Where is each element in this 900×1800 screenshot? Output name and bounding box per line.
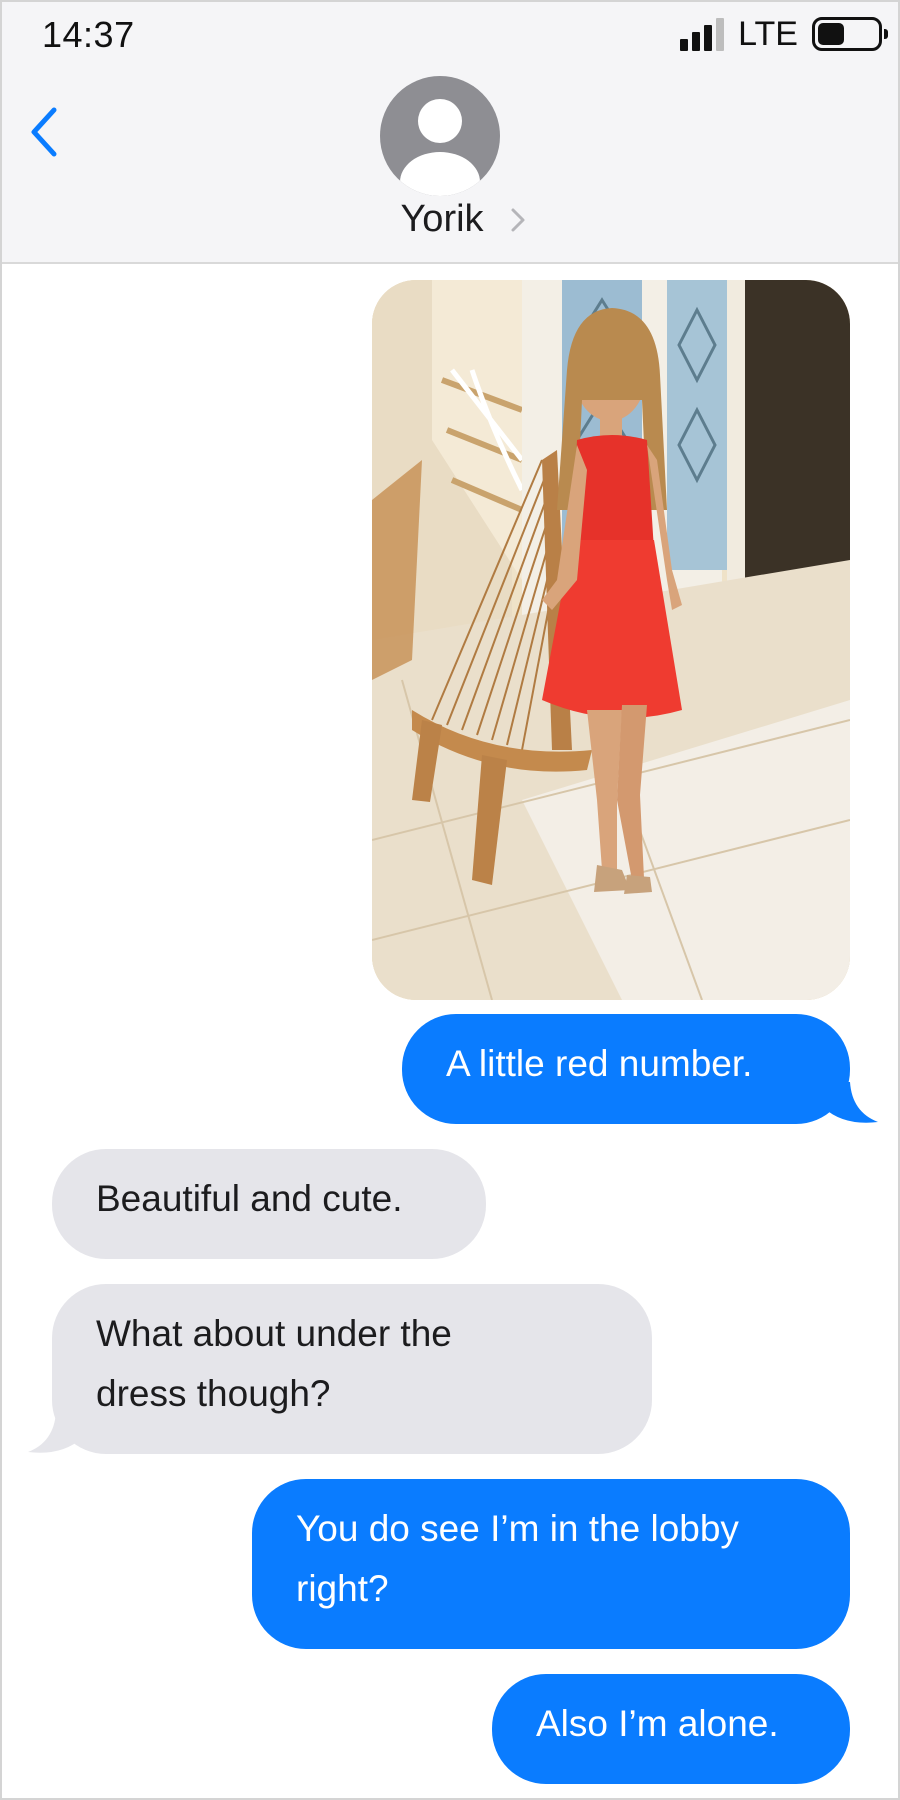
message-text-line: What about under the — [96, 1313, 452, 1354]
message-bubble-incoming[interactable]: What about under the dress though? — [52, 1284, 652, 1454]
status-time: 14:37 — [42, 14, 135, 55]
signal-bar — [680, 39, 689, 51]
conversation-header: 14:37 LTE Yorik — [2, 2, 898, 264]
battery-icon — [812, 17, 888, 51]
chevron-right-icon — [511, 208, 525, 231]
photo-message[interactable] — [372, 280, 850, 1000]
contact-name-button[interactable]: Yorik — [2, 198, 898, 241]
contact-avatar-icon[interactable] — [380, 76, 500, 196]
contact-name: Yorik — [400, 198, 484, 240]
message-bubble-outgoing[interactable]: A little red number. — [402, 1014, 850, 1124]
bubble-tail — [28, 1412, 82, 1453]
message-text: Also I’m alone. — [536, 1703, 779, 1744]
message-text-line: You do see I’m in the lobby — [296, 1508, 739, 1549]
signal-bar — [716, 18, 725, 51]
signal-icon — [680, 17, 725, 51]
message-text-line: right? — [296, 1568, 389, 1609]
bubble-tail — [824, 1082, 878, 1123]
message-bubble-outgoing[interactable]: Also I’m alone. — [492, 1674, 850, 1784]
photo-image — [372, 280, 850, 1000]
signal-bar — [704, 25, 713, 51]
back-chevron-icon[interactable] — [24, 102, 64, 162]
status-indicators: LTE — [680, 14, 888, 54]
message-bubble-incoming[interactable]: Beautiful and cute. — [52, 1149, 486, 1259]
message-text: A little red number. — [446, 1043, 753, 1084]
network-type: LTE — [738, 14, 798, 53]
battery-level — [818, 23, 844, 45]
message-text-line: dress though? — [96, 1373, 331, 1414]
message-bubble-outgoing[interactable]: You do see I’m in the lobby right? — [252, 1479, 850, 1649]
signal-bar — [692, 32, 701, 51]
messages-screen: 14:37 LTE Yorik A little red number. Bea… — [0, 0, 900, 1800]
message-text: Beautiful and cute. — [96, 1178, 403, 1219]
